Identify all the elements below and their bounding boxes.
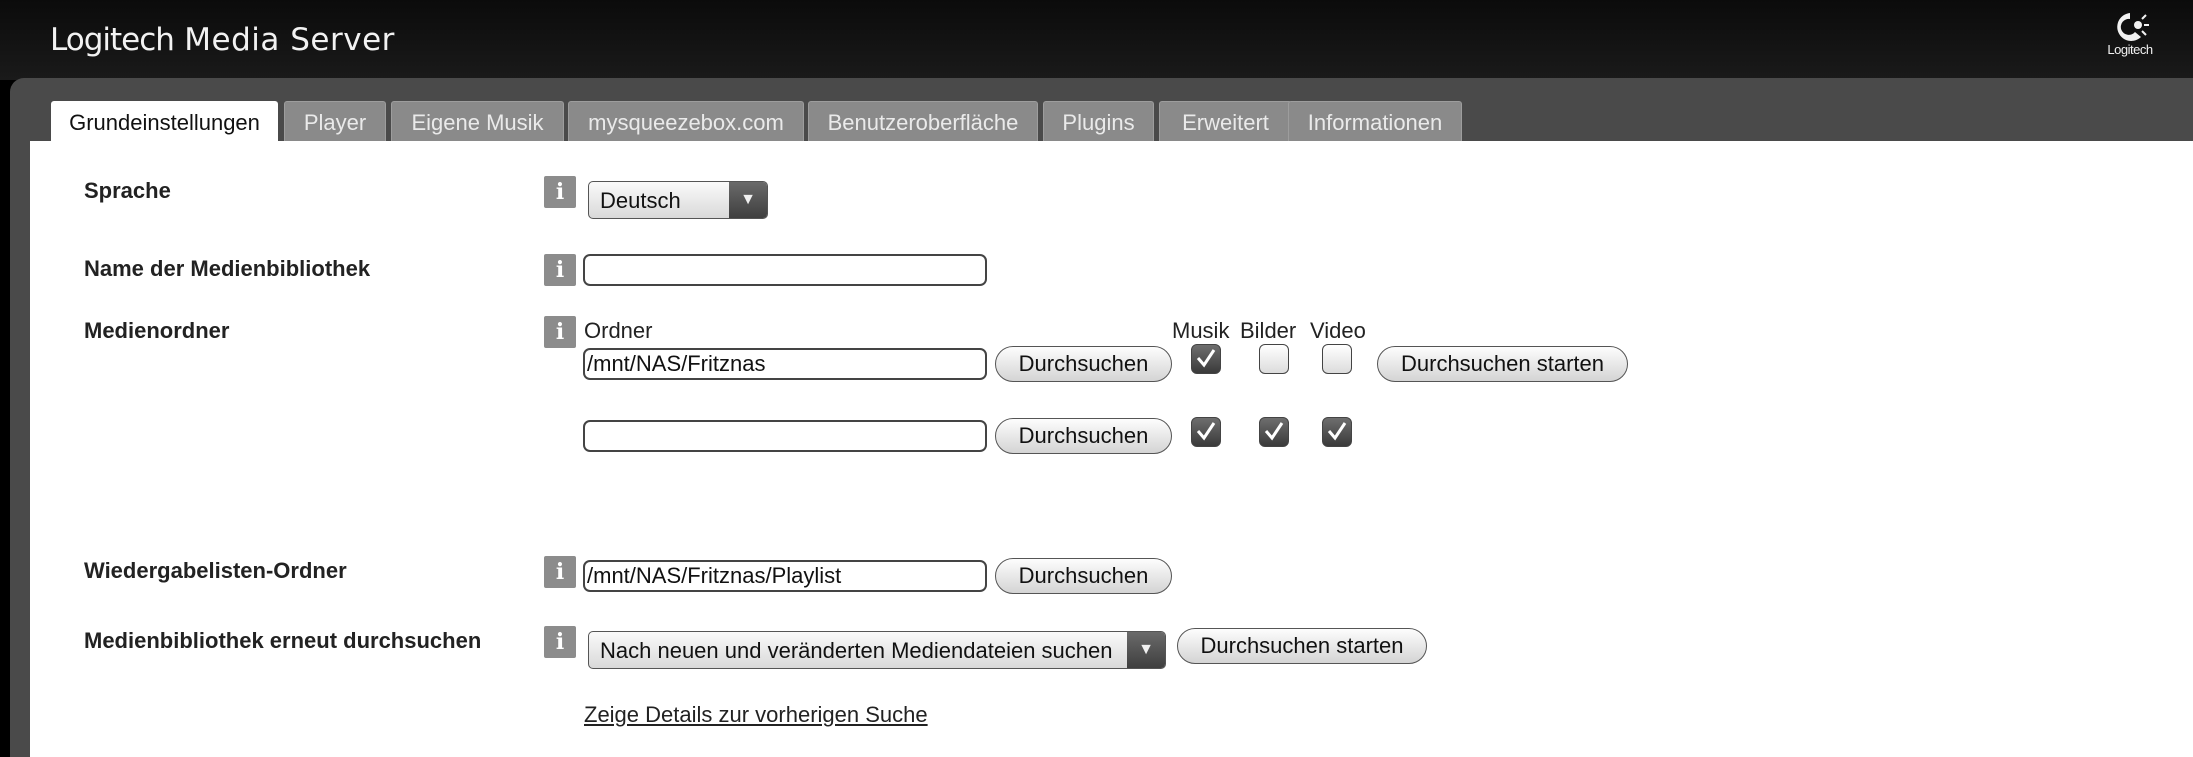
app-title: Logitech Media Server xyxy=(50,22,395,58)
media-folder-path-input[interactable] xyxy=(583,348,987,380)
video-checkbox[interactable] xyxy=(1322,344,1352,374)
tab-grundeinstellungen[interactable]: Grundeinstellungen xyxy=(51,101,278,142)
logitech-logo: Logitech xyxy=(2095,10,2165,57)
rescan-info-icon[interactable]: i xyxy=(544,626,576,658)
playlist-folder-input[interactable] xyxy=(583,560,987,592)
tab-mysqueezebox[interactable]: mysqueezebox.com xyxy=(568,101,804,141)
chevron-down-icon: ▼ xyxy=(729,182,767,218)
tab-benutzeroberflaeche[interactable]: Benutzeroberfläche xyxy=(808,101,1038,141)
product-name: Media Server xyxy=(184,22,395,58)
pictures-checkbox[interactable] xyxy=(1259,344,1289,374)
check-icon xyxy=(1196,422,1216,441)
tab-eigene-musik[interactable]: Eigene Musik xyxy=(391,101,564,141)
rescan-label: Medienbibliothek erneut durchsuchen xyxy=(84,628,482,653)
playlist-folder-info-icon[interactable]: i xyxy=(544,556,576,588)
tab-erweitert[interactable]: Erweitert xyxy=(1159,101,1292,141)
language-label: Sprache xyxy=(84,178,171,203)
check-icon xyxy=(1327,422,1347,441)
library-name-info-icon[interactable]: i xyxy=(544,254,576,286)
start-scan-button[interactable]: Durchsuchen starten xyxy=(1377,346,1628,382)
rescan-type-select-value: Nach neuen und veränderten Mediendateien… xyxy=(600,638,1113,663)
logitech-logo-icon xyxy=(2117,13,2149,41)
previous-scan-details-link[interactable]: Zeige Details zur vorherigen Suche xyxy=(584,702,928,728)
check-icon xyxy=(1196,349,1216,368)
folder-column-header: Ordner xyxy=(584,318,653,343)
chevron-down-icon: ▼ xyxy=(1127,632,1165,668)
check-icon xyxy=(1264,422,1284,441)
language-select[interactable]: Deutsch ▼ xyxy=(588,181,768,219)
music-checkbox[interactable] xyxy=(1191,344,1221,374)
new-media-folder-input[interactable] xyxy=(583,420,987,452)
language-info-icon[interactable]: i xyxy=(544,176,576,208)
playlist-folder-browse-button[interactable]: Durchsuchen xyxy=(995,558,1172,594)
tab-informationen[interactable]: Informationen xyxy=(1288,101,1462,141)
tab-player[interactable]: Player xyxy=(284,101,386,141)
header-bar: Logitech Media Server Logitech xyxy=(0,0,2193,80)
playlist-folder-label: Wiedergabelisten-Ordner xyxy=(84,558,347,583)
new-music-checkbox[interactable] xyxy=(1191,417,1221,447)
new-media-folder-browse-button[interactable]: Durchsuchen xyxy=(995,418,1172,454)
media-folders-info-icon[interactable]: i xyxy=(544,316,576,348)
video-column-header: Video xyxy=(1310,318,1366,343)
brand-name: Logitech xyxy=(50,22,175,58)
media-folder-browse-button[interactable]: Durchsuchen xyxy=(995,346,1172,382)
library-name-input[interactable] xyxy=(583,254,987,286)
music-column-header: Musik xyxy=(1172,318,1230,343)
pictures-column-header: Bilder xyxy=(1240,318,1297,343)
tab-plugins[interactable]: Plugins xyxy=(1043,101,1154,141)
rescan-start-button[interactable]: Durchsuchen starten xyxy=(1177,628,1427,664)
library-name-label: Name der Medienbibliothek xyxy=(84,256,371,281)
new-video-checkbox[interactable] xyxy=(1322,417,1352,447)
language-select-value: Deutsch xyxy=(600,188,681,213)
new-pictures-checkbox[interactable] xyxy=(1259,417,1289,447)
media-folders-label: Medienordner xyxy=(84,318,230,343)
logo-text: Logitech xyxy=(2107,42,2153,57)
rescan-type-select[interactable]: Nach neuen und veränderten Mediendateien… xyxy=(588,631,1166,669)
